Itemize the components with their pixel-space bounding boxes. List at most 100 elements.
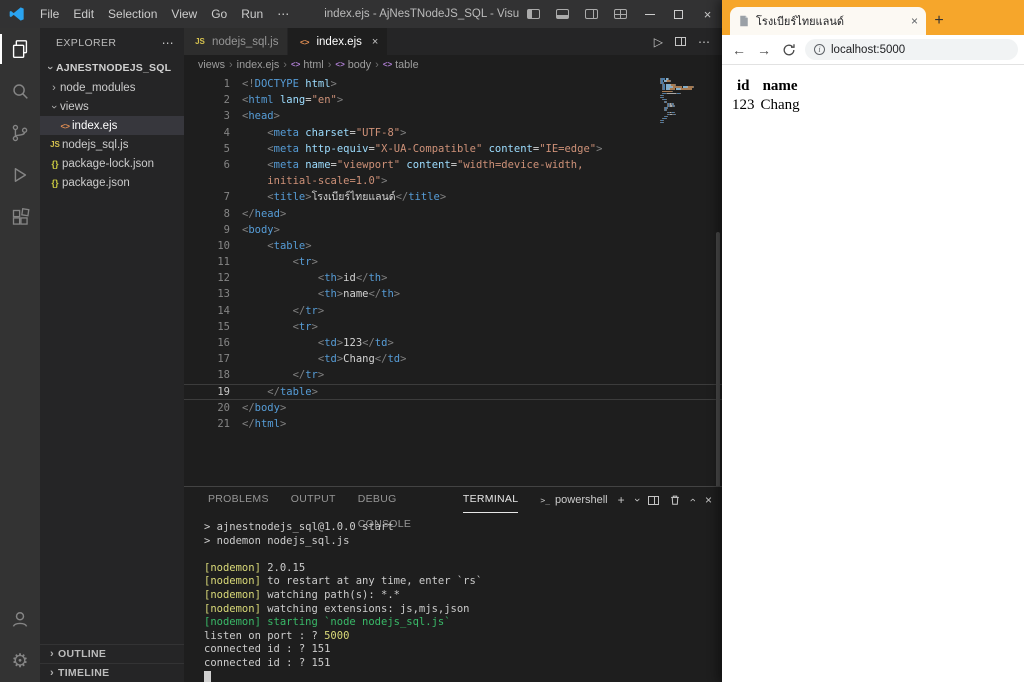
code-line: 20</body>: [184, 400, 722, 416]
account-icon[interactable]: [0, 598, 40, 640]
close-tab-icon[interactable]: ×: [911, 14, 918, 28]
line-number: 6: [184, 157, 242, 173]
line-number: 5: [184, 141, 242, 157]
split-editor-icon[interactable]: [675, 37, 686, 46]
code-line: 10 <table>: [184, 238, 722, 254]
run-file-icon[interactable]: ▷: [654, 35, 663, 49]
more-actions-icon[interactable]: ⋯: [698, 35, 710, 49]
maximize-panel-icon[interactable]: ›: [687, 498, 699, 502]
terminal-line: [nodemon] watching path(s): *.*: [204, 589, 722, 603]
explorer-icon[interactable]: [0, 28, 40, 70]
code-text: <meta charset="UTF-8">: [242, 125, 722, 141]
panel-tab-terminal[interactable]: TERMINAL: [463, 487, 519, 513]
settings-gear-icon[interactable]: ⚙: [0, 640, 40, 682]
code-text: initial-scale=1.0">: [242, 173, 722, 189]
toggle-secondary-sidebar-icon[interactable]: [577, 0, 606, 28]
panel-tab-debug-console[interactable]: DEBUG CONSOLE: [358, 487, 441, 513]
source-control-icon[interactable]: [0, 112, 40, 154]
section-timeline[interactable]: ›TIMELINE: [40, 663, 184, 682]
line-number: 3: [184, 108, 242, 124]
browser-tab[interactable]: โรงเบียร์ไทยแลนด์ ×: [730, 7, 926, 35]
breadcrumb-views[interactable]: views: [198, 59, 225, 71]
breadcrumb-label: index.ejs: [237, 59, 280, 71]
terminal-line: [204, 671, 722, 682]
panel-header: PROBLEMS OUTPUT DEBUG CONSOLE TERMINAL >_ p…: [184, 487, 722, 513]
toggle-sidebar-icon[interactable]: [519, 0, 548, 28]
new-terminal-icon[interactable]: +: [618, 493, 625, 507]
menu-edit[interactable]: Edit: [66, 0, 101, 28]
line-number: 10: [184, 238, 242, 254]
editor-actions: ▷ ⋯: [654, 28, 722, 55]
address-bar[interactable]: i localhost:5000: [805, 39, 1018, 60]
tab-nodejs-sql-js[interactable]: JSnodejs_sql.js: [184, 28, 288, 55]
extensions-icon[interactable]: [0, 196, 40, 238]
breadcrumb-body[interactable]: <>body: [335, 59, 371, 71]
line-number: [184, 173, 242, 189]
back-button[interactable]: ←: [728, 38, 750, 62]
line-number: 17: [184, 351, 242, 367]
tree-item-views[interactable]: ›views: [40, 97, 184, 116]
tree-item-node-modules[interactable]: ›node_modules: [40, 78, 184, 97]
line-number: 21: [184, 416, 242, 432]
close-tab-icon[interactable]: ×: [372, 36, 378, 48]
terminal-cursor: [204, 671, 211, 682]
explorer-root-folder[interactable]: › AJNESTNODEJS_SQL: [40, 58, 184, 78]
editor-scrollbar[interactable]: [716, 232, 720, 486]
code-text: <title>โรงเบียร์ไทยแลนด์</title>: [242, 189, 722, 205]
run-debug-icon[interactable]: [0, 154, 40, 196]
minimize-button[interactable]: [635, 0, 664, 28]
tree-item-label: package.json: [62, 177, 130, 189]
tree-item-package-lock-json[interactable]: {}package-lock.json: [40, 154, 184, 173]
shell-picker[interactable]: >_ powershell: [540, 494, 607, 506]
split-terminal-icon[interactable]: [648, 496, 659, 505]
code-text: <meta name="viewport" content="width=dev…: [242, 157, 722, 173]
code-line: 5 <meta http-equiv="X-UA-Compatible" con…: [184, 141, 722, 157]
code-text: <body>: [242, 222, 722, 238]
code-editor[interactable]: 1<!DOCTYPE html>2<html lang="en">3<head>…: [184, 74, 722, 486]
section-outline[interactable]: ›OUTLINE: [40, 644, 184, 663]
menu-item[interactable]: ⋯: [270, 0, 296, 28]
tree-item-index-ejs[interactable]: <>index.ejs: [40, 116, 184, 135]
search-icon[interactable]: [0, 70, 40, 112]
code-text: <tr>: [242, 254, 722, 270]
breadcrumb-table[interactable]: <>table: [383, 59, 419, 71]
code-text: </tr>: [242, 367, 722, 383]
browser-tab-title: โรงเบียร์ไทยแลนด์: [756, 12, 905, 30]
minimap[interactable]: [660, 78, 712, 124]
line-number: 18: [184, 367, 242, 383]
menu-run[interactable]: Run: [234, 0, 270, 28]
panel-tab-output[interactable]: OUTPUT: [291, 487, 336, 513]
breadcrumb-separator: ›: [229, 59, 233, 71]
site-info-icon[interactable]: i: [814, 44, 825, 55]
refresh-button[interactable]: [778, 38, 800, 62]
breadcrumb-index-ejs[interactable]: index.ejs: [237, 59, 280, 71]
code-text: </table>: [242, 384, 722, 400]
terminal-dropdown-icon[interactable]: ›: [630, 498, 642, 502]
forward-button[interactable]: →: [753, 38, 775, 62]
maximize-button[interactable]: [664, 0, 693, 28]
tree-item-nodejs-sql-js[interactable]: JSnodejs_sql.js: [40, 135, 184, 154]
close-button[interactable]: ×: [693, 0, 722, 28]
tab-index-ejs[interactable]: <>index.ejs×: [288, 28, 388, 55]
menu-go[interactable]: Go: [204, 0, 234, 28]
terminal-output[interactable]: > ajnestnodejs_sql@1.0.0 start> nodemon …: [184, 513, 722, 682]
explorer-title: EXPLORER: [56, 37, 116, 49]
toggle-panel-icon[interactable]: [548, 0, 577, 28]
menu-view[interactable]: View: [164, 0, 204, 28]
panel-tab-problems[interactable]: PROBLEMS: [208, 487, 269, 513]
menu-file[interactable]: File: [33, 0, 66, 28]
terminal-line: connected id : ? 151: [204, 643, 722, 657]
code-line: 14 </tr>: [184, 303, 722, 319]
customize-layout-icon[interactable]: [606, 0, 635, 28]
terminal-line: [204, 548, 722, 562]
terminal-line: [nodemon] watching extensions: js,mjs,js…: [204, 603, 722, 617]
explorer-actions-icon[interactable]: ⋯: [162, 36, 174, 50]
vscode-window: FileEditSelectionViewGoRun⋯ index.ejs - …: [0, 0, 722, 682]
breadcrumb-html[interactable]: <>html: [291, 59, 324, 71]
kill-terminal-icon[interactable]: [669, 494, 681, 506]
sidebar-sections: ›OUTLINE›TIMELINE: [40, 644, 184, 682]
tree-item-package-json[interactable]: {}package.json: [40, 173, 184, 192]
menu-selection[interactable]: Selection: [101, 0, 164, 28]
new-tab-button[interactable]: +: [926, 7, 952, 35]
close-panel-icon[interactable]: ×: [705, 493, 712, 507]
